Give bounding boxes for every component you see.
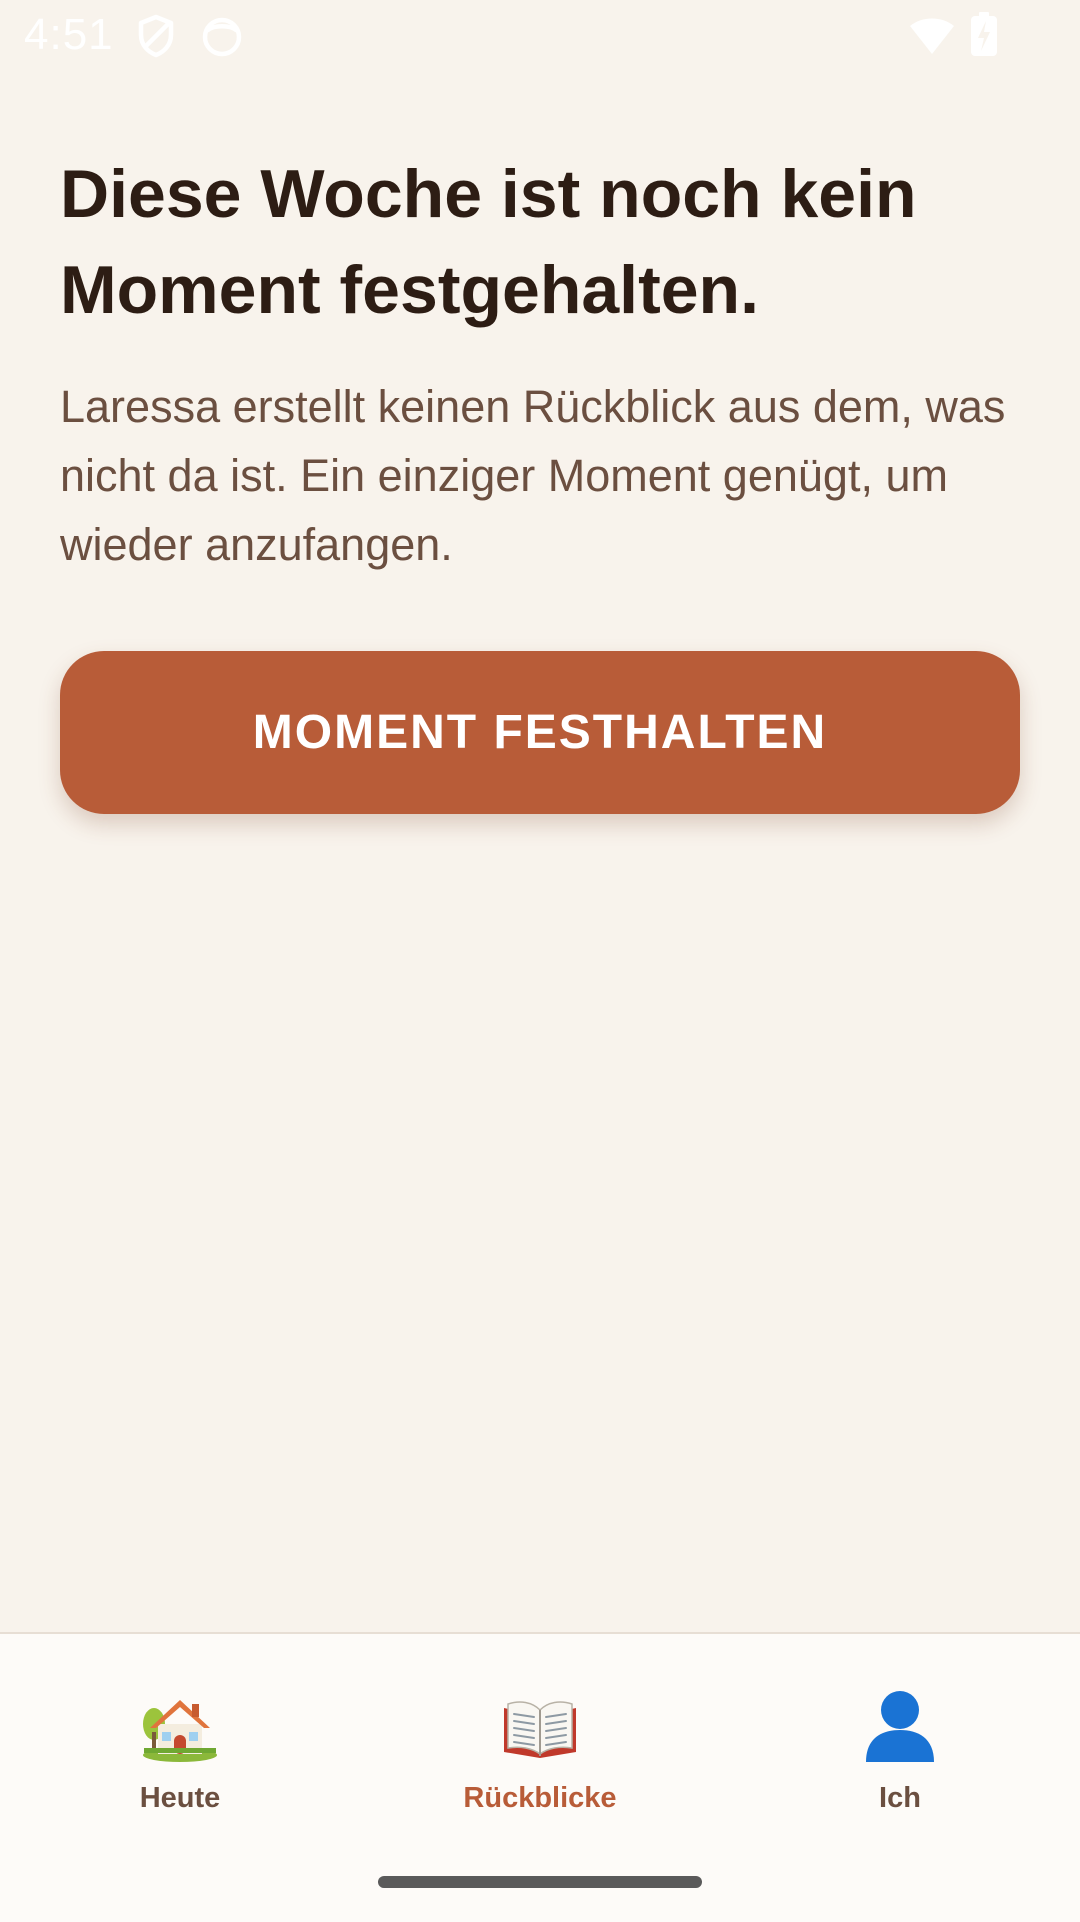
status-time: 4:51 bbox=[24, 10, 114, 59]
nav-label-rueckblicke: Rückblicke bbox=[463, 1782, 617, 1814]
nav-item-rueckblicke[interactable]: Rückblicke bbox=[390, 1686, 690, 1836]
face-icon bbox=[200, 14, 244, 63]
house-icon bbox=[143, 1700, 217, 1762]
wifi-icon bbox=[908, 16, 956, 61]
page-title: Diese Woche ist noch kein Moment festgeh… bbox=[60, 156, 917, 328]
open-book-icon bbox=[504, 1701, 576, 1758]
nav-item-ich[interactable]: Ich bbox=[750, 1686, 1050, 1836]
battery-charging-icon bbox=[970, 12, 998, 61]
nav-item-heute[interactable]: Heute bbox=[30, 1686, 330, 1836]
capture-moment-button[interactable]: MOMENT FESTHALTEN bbox=[60, 651, 1020, 814]
nav-label-ich: Ich bbox=[879, 1782, 921, 1814]
empty-state-description: Laressa erstellt keinen Rückblick aus de… bbox=[60, 381, 1006, 570]
nav-label-heute: Heute bbox=[139, 1782, 221, 1814]
shield-icon bbox=[136, 14, 176, 63]
home-indicator[interactable] bbox=[378, 1876, 702, 1888]
status-bar: 4:51 bbox=[0, 0, 1080, 72]
user-silhouette-icon bbox=[866, 1691, 934, 1762]
